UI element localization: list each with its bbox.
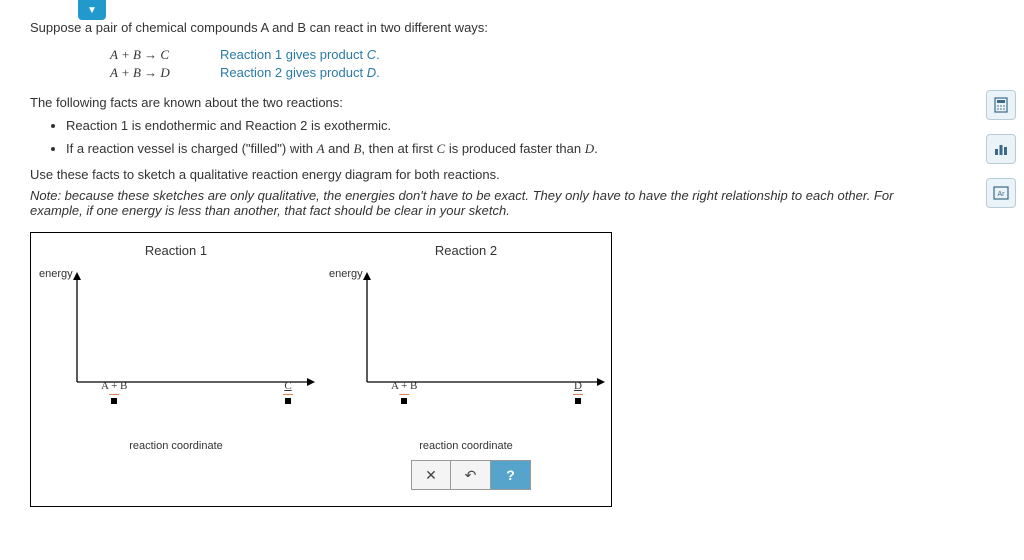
y-axis-label-2: energy — [329, 268, 363, 280]
equation-2-lhs: A + B → D — [110, 65, 220, 81]
equation-1-desc: Reaction 1 gives product C. — [220, 47, 380, 62]
dropdown-tab[interactable]: ▼ — [78, 0, 106, 20]
x-axis-label-2: reaction coordinate — [327, 440, 605, 452]
instruction: Use these facts to sketch a qualitative … — [30, 167, 940, 182]
tick-product-c[interactable]: C — — [283, 380, 293, 404]
tick-product-d[interactable]: D — — [573, 380, 583, 404]
svg-text:Ar: Ar — [998, 191, 1006, 198]
calculator-icon[interactable] — [986, 90, 1016, 120]
note: Note: because these sketches are only qu… — [30, 188, 940, 218]
diagram-2-title: Reaction 2 — [327, 243, 605, 258]
graph-icon[interactable] — [986, 134, 1016, 164]
equation-1-lhs: A + B → C — [110, 47, 220, 63]
bullet-2: If a reaction vessel is charged ("filled… — [66, 141, 940, 157]
y-axis-label: energy — [39, 268, 73, 280]
diagram-reaction-1[interactable]: Reaction 1 energy A + B — — [31, 243, 321, 452]
equation-2-desc: Reaction 2 gives product D. — [220, 65, 380, 80]
help-button[interactable]: ? — [491, 460, 531, 490]
bullet-1: Reaction 1 is endothermic and Reaction 2… — [66, 118, 940, 133]
periodic-table-icon[interactable]: Ar — [986, 178, 1016, 208]
tick-reactants-2[interactable]: A + B — — [391, 380, 417, 404]
reaction-equations: A + B → C Reaction 1 gives product C. A … — [110, 47, 940, 81]
x-axis-label-1: reaction coordinate — [37, 440, 315, 452]
diagram-toolbar: ✕ ↶ ? — [31, 460, 611, 490]
diagram-container: Reaction 1 energy A + B — — [30, 232, 612, 507]
diagram-1-title: Reaction 1 — [37, 243, 315, 258]
diagram-reaction-2[interactable]: Reaction 2 energy A + B — — [321, 243, 611, 452]
tick-reactants-1[interactable]: A + B — — [101, 380, 127, 404]
undo-button[interactable]: ↶ — [451, 460, 491, 490]
close-button[interactable]: ✕ — [411, 460, 451, 490]
side-toolbar: Ar — [986, 90, 1016, 208]
intro-text: Suppose a pair of chemical compounds A a… — [30, 20, 940, 35]
facts-intro: The following facts are known about the … — [30, 95, 940, 110]
